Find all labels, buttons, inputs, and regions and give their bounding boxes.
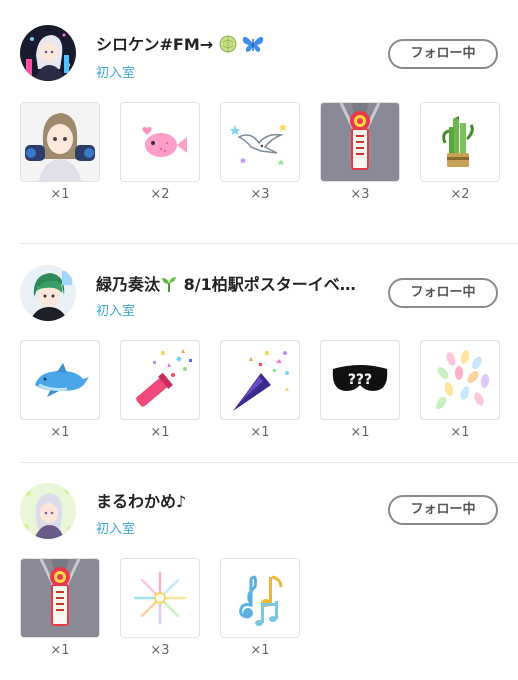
gift-list: ×1 ×1 ×1 ??? ×1 ×1 — [20, 340, 500, 440]
dolphin-icon — [20, 340, 100, 420]
gift-count: ×1 — [50, 425, 70, 440]
gift-count: ×1 — [150, 425, 170, 440]
mystery-mask-icon: ??? — [320, 340, 400, 420]
fireworks-icon — [120, 558, 200, 638]
gift-count: ×2 — [450, 187, 470, 202]
gift-count: ×1 — [250, 643, 270, 658]
following-button[interactable]: フォロー中 — [388, 495, 498, 525]
party-popper-icon — [220, 340, 300, 420]
gift-list: ×1 ×3 ×1 — [20, 558, 300, 658]
user-card: 緑乃奏汰 8/1柏駅ポスターイベ… 初入室 フォロー中 ×1 ×1 ×1 ???… — [0, 244, 518, 464]
username-suffix: 8/1柏駅ポスターイベ… — [183, 275, 356, 294]
gift-item[interactable]: ×3 — [220, 102, 300, 202]
gift-count: ×3 — [250, 187, 270, 202]
gift-item[interactable]: ×3 — [320, 102, 400, 202]
following-button[interactable]: フォロー中 — [388, 278, 498, 308]
room-status: 初入室 — [96, 66, 136, 81]
melon-icon — [219, 35, 237, 57]
room-status: 初入室 — [96, 304, 136, 319]
gift-item[interactable]: ??? ×1 — [320, 340, 400, 440]
username-text: シロケン#FM→ — [96, 35, 214, 54]
username-text: 緑乃奏汰 — [96, 275, 161, 294]
pink-fish-icon — [120, 102, 200, 182]
gift-item[interactable]: ×2 — [420, 102, 500, 202]
following-button[interactable]: フォロー中 — [388, 39, 498, 69]
gift-item[interactable]: ×3 — [120, 558, 200, 658]
character-gift-icon — [20, 102, 100, 182]
gift-list: ×1 ×2 ×3 ×3 ×2 — [20, 102, 500, 202]
seagull-stars-icon — [220, 102, 300, 182]
username[interactable]: シロケン#FM→ — [96, 31, 264, 57]
gift-item[interactable]: ×1 — [20, 102, 100, 202]
gift-count: ×3 — [350, 187, 370, 202]
gift-count: ×1 — [50, 643, 70, 658]
rosette-badge-icon — [320, 102, 400, 182]
user-card: シロケン#FM→ 初入室 フォロー中 ×1 ×2 ×3 ×3 ×2 — [0, 0, 518, 245]
username[interactable]: 緑乃奏汰 8/1柏駅ポスターイベ… — [96, 271, 356, 297]
music-notes-icon — [220, 558, 300, 638]
seedling-icon — [160, 275, 178, 297]
avatar[interactable] — [20, 265, 76, 321]
gift-count: ×1 — [350, 425, 370, 440]
gift-item[interactable]: ×2 — [120, 102, 200, 202]
avatar[interactable] — [20, 483, 76, 539]
gift-count: ×1 — [450, 425, 470, 440]
confetti-cannon-icon — [120, 340, 200, 420]
gift-item[interactable]: ×1 — [20, 340, 100, 440]
room-status: 初入室 — [96, 522, 136, 537]
gift-item[interactable]: ×1 — [220, 558, 300, 658]
gift-item[interactable]: ×1 — [20, 558, 100, 658]
rosette-badge-icon — [20, 558, 100, 638]
username-text: まるわかめ♪ — [96, 492, 187, 511]
kadomatsu-icon — [420, 102, 500, 182]
gift-item[interactable]: ×1 — [120, 340, 200, 440]
username[interactable]: まるわかめ♪ — [96, 488, 186, 512]
gift-count: ×1 — [50, 187, 70, 202]
mask-label: ??? — [348, 372, 372, 388]
user-card: まるわかめ♪ 初入室 フォロー中 ×1 ×3 ×1 — [0, 463, 518, 680]
gift-count: ×3 — [150, 643, 170, 658]
gift-item[interactable]: ×1 — [420, 340, 500, 440]
petals-icon — [420, 340, 500, 420]
gift-count: ×2 — [150, 187, 170, 202]
gift-item[interactable]: ×1 — [220, 340, 300, 440]
avatar[interactable] — [20, 25, 76, 81]
gift-count: ×1 — [250, 425, 270, 440]
butterfly-icon — [242, 35, 264, 57]
